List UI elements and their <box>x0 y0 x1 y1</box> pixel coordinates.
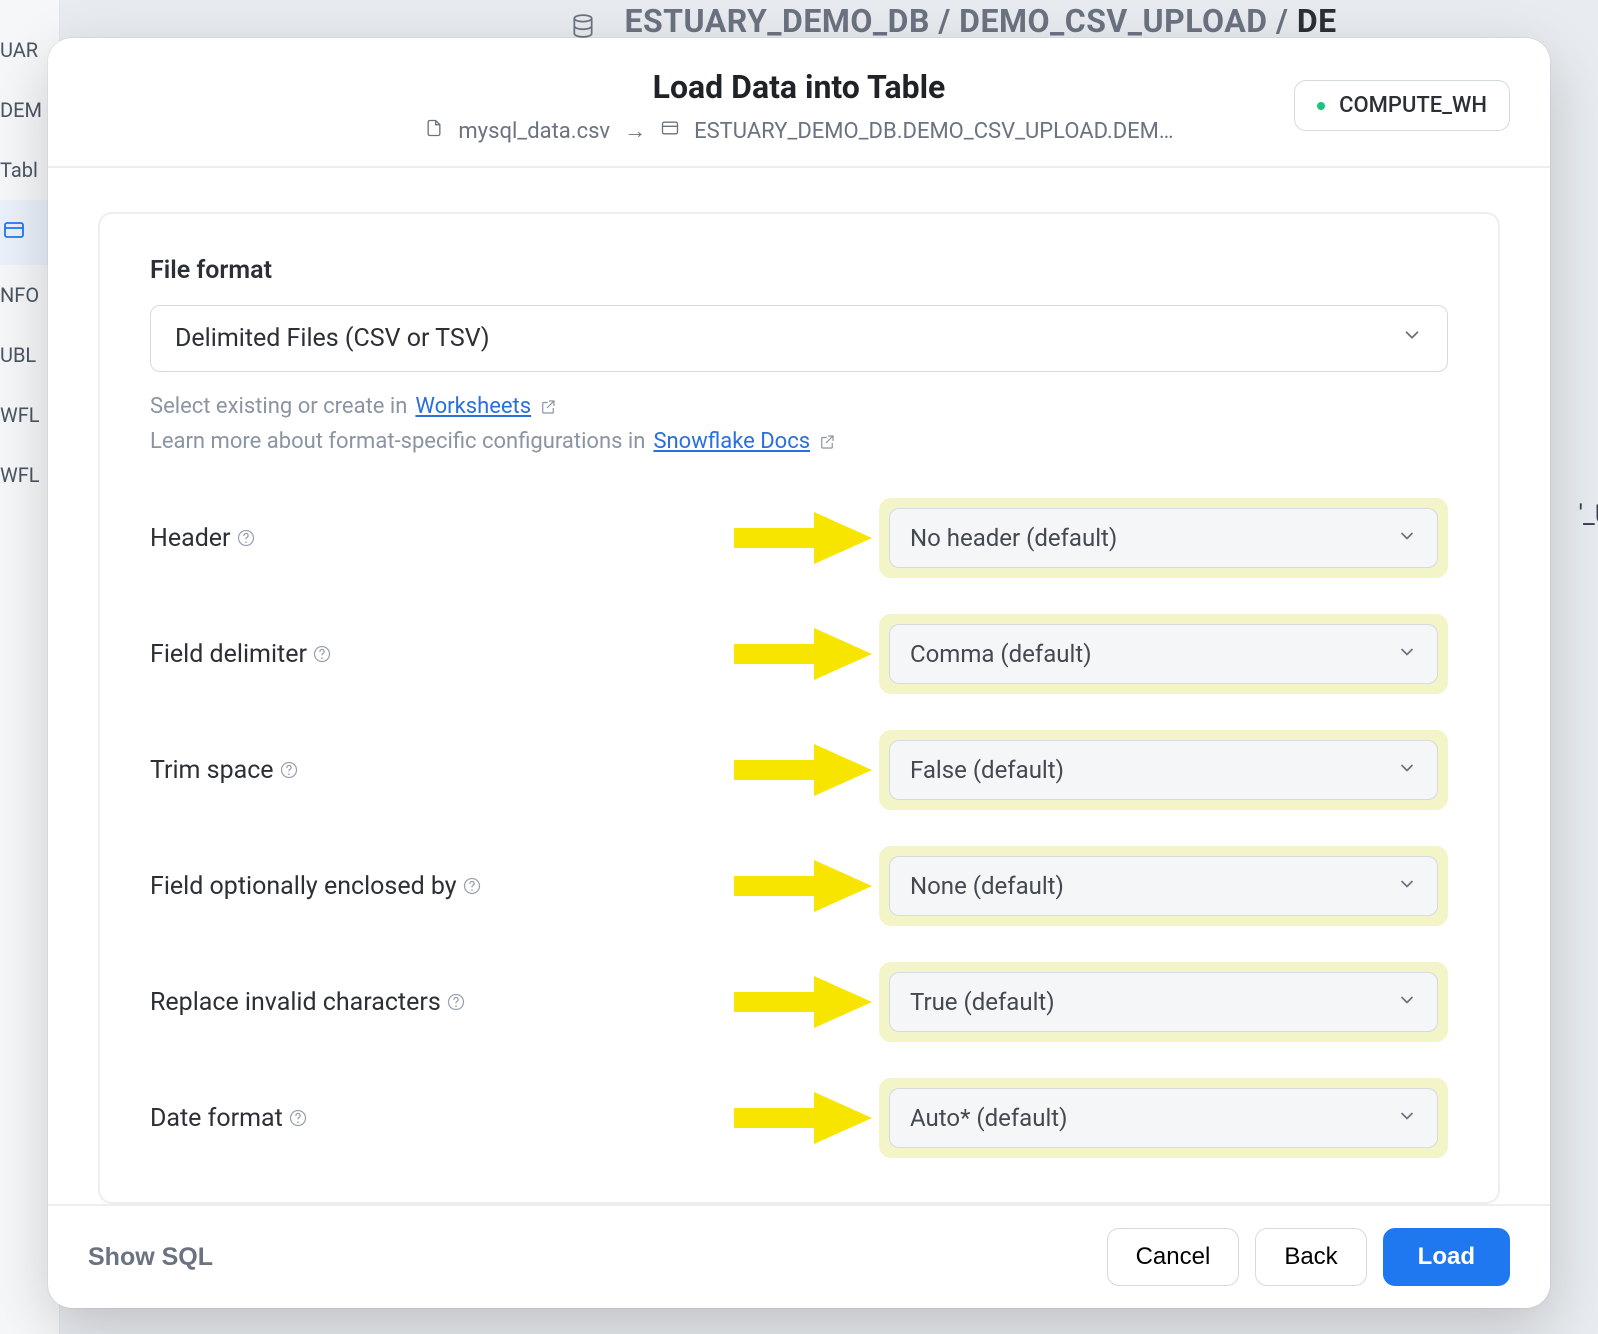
external-link-icon <box>818 433 836 451</box>
chevron-down-icon <box>1401 324 1423 353</box>
config-highlight: Auto* (default) <box>879 1078 1448 1158</box>
config-row-header: Header No header (default) <box>150 498 1448 578</box>
annotation-arrow-icon <box>719 1090 879 1146</box>
external-link-icon <box>539 398 557 416</box>
footer-buttons: Cancel Back Load <box>1107 1228 1510 1286</box>
help-icon[interactable] <box>235 527 257 549</box>
date-format-select[interactable]: Auto* (default) <box>889 1088 1438 1148</box>
load-button[interactable]: Load <box>1383 1228 1510 1286</box>
annotation-arrow-icon <box>719 510 879 566</box>
replace-invalid-select[interactable]: True (default) <box>889 972 1438 1032</box>
annotation-arrow-icon <box>719 626 879 682</box>
config-label: Field optionally enclosed by <box>150 872 719 901</box>
config-rows: Header No header (default) <box>150 498 1448 1158</box>
back-button[interactable]: Back <box>1255 1228 1366 1286</box>
chevron-down-icon <box>1397 524 1417 552</box>
chevron-down-icon <box>1397 872 1417 900</box>
config-label: Trim space <box>150 756 719 785</box>
chevron-down-icon <box>1397 1104 1417 1132</box>
database-icon <box>570 9 596 35</box>
source-file-name: mysql_data.csv <box>458 119 610 144</box>
status-dot-icon <box>1317 102 1325 110</box>
config-label: Header <box>150 524 719 553</box>
help-icon[interactable] <box>287 1107 309 1129</box>
chevron-down-icon <box>1397 988 1417 1016</box>
config-row-enclosed-by: Field optionally enclosed by None (defau… <box>150 846 1448 926</box>
annotation-arrow-icon <box>719 742 879 798</box>
worksheets-link[interactable]: Worksheets <box>415 394 531 419</box>
modal-header: Load Data into Table mysql_data.csv → ES… <box>48 38 1550 168</box>
file-format-value: Delimited Files (CSV or TSV) <box>175 324 490 353</box>
warehouse-name: COMPUTE_WH <box>1339 93 1487 118</box>
background-fragment: '_UP <box>1578 500 1598 530</box>
config-row-field-delimiter: Field delimiter Comma (default) <box>150 614 1448 694</box>
config-highlight: True (default) <box>879 962 1448 1042</box>
annotation-arrow-icon <box>719 858 879 914</box>
file-format-select[interactable]: Delimited Files (CSV or TSV) <box>150 305 1448 372</box>
help-icon[interactable] <box>311 643 333 665</box>
background-breadcrumb: ESTUARY_DEMO_DB / DEMO_CSV_UPLOAD / DE <box>570 2 1337 40</box>
config-highlight: None (default) <box>879 846 1448 926</box>
file-format-panel: File format Delimited Files (CSV or TSV)… <box>98 212 1500 1204</box>
config-row-replace-invalid: Replace invalid characters True (default… <box>150 962 1448 1042</box>
warehouse-selector[interactable]: COMPUTE_WH <box>1294 80 1510 131</box>
file-icon <box>424 118 444 144</box>
load-data-modal: Load Data into Table mysql_data.csv → ES… <box>48 38 1550 1308</box>
table-icon <box>660 118 680 144</box>
config-label: Field delimiter <box>150 640 719 669</box>
config-row-trim-space: Trim space False (default) <box>150 730 1448 810</box>
chevron-down-icon <box>1397 756 1417 784</box>
config-highlight: False (default) <box>879 730 1448 810</box>
enclosed-by-select[interactable]: None (default) <box>889 856 1438 916</box>
help-icon[interactable] <box>461 875 483 897</box>
annotation-arrow-icon <box>719 974 879 1030</box>
snowflake-docs-link[interactable]: Snowflake Docs <box>653 429 810 454</box>
config-highlight: No header (default) <box>879 498 1448 578</box>
help-icon[interactable] <box>445 991 467 1013</box>
modal-footer: Show SQL Cancel Back Load <box>48 1204 1550 1308</box>
field-delimiter-select[interactable]: Comma (default) <box>889 624 1438 684</box>
trim-space-select[interactable]: False (default) <box>889 740 1438 800</box>
help-icon[interactable] <box>278 759 300 781</box>
helper-text-worksheets: Select existing or create in Worksheets <box>150 394 1448 419</box>
config-row-date-format: Date format Auto* (default) <box>150 1078 1448 1158</box>
header-select[interactable]: No header (default) <box>889 508 1438 568</box>
helper-text-docs: Learn more about format-specific configu… <box>150 429 1448 454</box>
section-heading: File format <box>150 256 1448 285</box>
config-label: Replace invalid characters <box>150 988 719 1017</box>
config-label: Date format <box>150 1104 719 1133</box>
dest-table-name: ESTUARY_DEMO_DB.DEMO_CSV_UPLOAD.DEM… <box>694 119 1174 144</box>
chevron-down-icon <box>1397 640 1417 668</box>
show-sql-button[interactable]: Show SQL <box>88 1243 213 1272</box>
modal-body: File format Delimited Files (CSV or TSV)… <box>48 168 1550 1204</box>
arrow-icon: → <box>624 118 646 144</box>
config-highlight: Comma (default) <box>879 614 1448 694</box>
cancel-button[interactable]: Cancel <box>1107 1228 1240 1286</box>
